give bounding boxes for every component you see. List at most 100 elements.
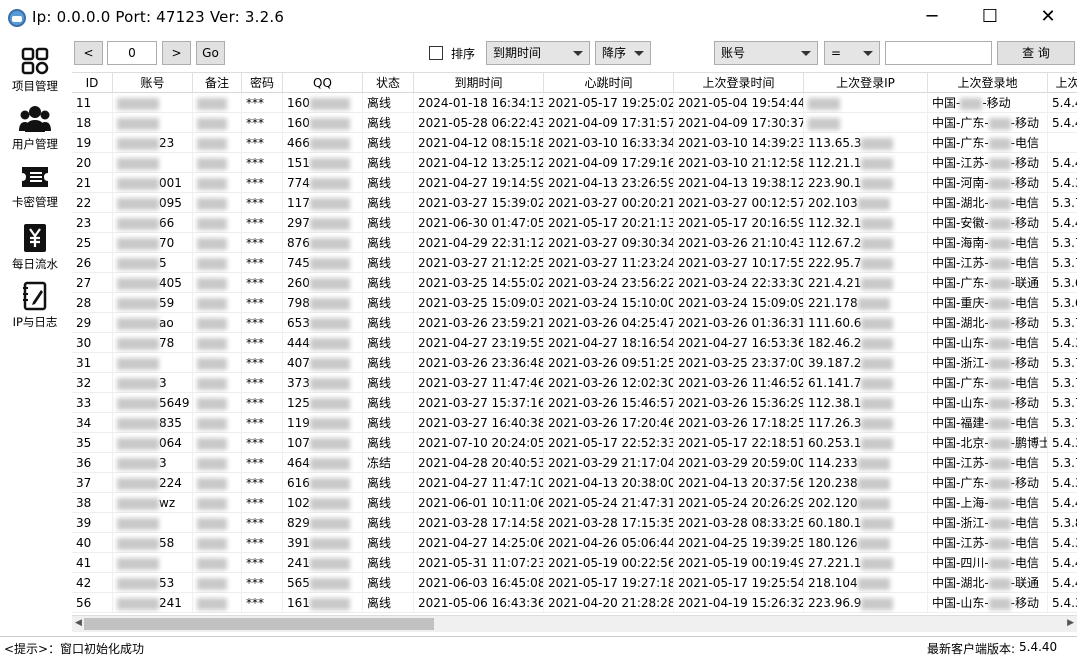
cell-expire: 2021-03-27 21:12:25: [414, 253, 544, 273]
table-row[interactable]: 11 *** 160 离线 2024-01-18 16:34:13 2021-05-17 …: [72, 93, 1077, 113]
table-row[interactable]: 37 224 *** 616 离线 2021-04-27 11:47:10 2021-04-…: [72, 473, 1077, 493]
filter-op-select[interactable]: =: [824, 41, 880, 65]
table-row[interactable]: 39 *** 829 离线 2021-03-28 17:14:58 2021-03-28 …: [72, 513, 1077, 533]
cell-expire: 2021-03-25 15:09:03: [414, 293, 544, 313]
column-header[interactable]: ID: [72, 73, 113, 93]
redacted-block: [197, 357, 227, 370]
scroll-right-icon[interactable]: ▶: [1067, 618, 1074, 628]
cell-last: 2021-04-25 19:39:25: [674, 533, 804, 553]
table-row[interactable]: 40 58 *** 391 离线 2021-04-27 14:25:06 2021-04-2…: [72, 533, 1077, 553]
column-header[interactable]: 上次: [1048, 73, 1077, 93]
cell-id: 39: [72, 513, 113, 533]
location-suffix: -移动: [1010, 596, 1040, 610]
query-button[interactable]: 查 询: [997, 41, 1075, 65]
table-row[interactable]: 25 70 *** 876 离线 2021-04-29 22:31:12 2021-03-2…: [72, 233, 1077, 253]
table-row[interactable]: 30 78 *** 444 离线 2021-04-27 23:19:55 2021-04-2…: [72, 333, 1077, 353]
cell-pwd: ***: [242, 493, 283, 513]
table-row[interactable]: 27 405 *** 260 离线 2021-03-25 14:55:02 2021-03-…: [72, 273, 1077, 293]
redacted-block: [861, 277, 894, 290]
table-row[interactable]: 23 66 *** 297 离线 2021-06-30 01:47:05 2021-05-1…: [72, 213, 1077, 233]
table-row[interactable]: 29 ao *** 653 离线 2021-03-26 23:59:21 2021-03-2…: [72, 313, 1077, 333]
cell-qq: 464: [283, 453, 363, 473]
horizontal-scrollbar[interactable]: ◀ ▶: [72, 615, 1077, 632]
scroll-left-icon[interactable]: ◀: [75, 618, 82, 628]
column-header[interactable]: 密码: [242, 73, 283, 93]
maximize-button[interactable]: ☐: [961, 0, 1019, 36]
cell-qq: 774: [283, 173, 363, 193]
sort-checkbox[interactable]: [429, 46, 443, 60]
close-button[interactable]: ✕: [1019, 0, 1077, 36]
column-header[interactable]: 备注: [193, 73, 242, 93]
table-row[interactable]: 41 *** 241 离线 2021-05-31 11:07:23 2021-05-19 …: [72, 553, 1077, 573]
table-row[interactable]: 18 *** 160 离线 2021-05-28 06:22:43 2021-04-09 …: [72, 113, 1077, 133]
table-row[interactable]: 36 3 *** 464 冻结 2021-04-28 20:40:53 2021-03-29…: [72, 453, 1077, 473]
cell-id: 36: [72, 453, 113, 473]
cell-status: 离线: [363, 133, 414, 153]
sidebar-label: 卡密管理: [12, 195, 58, 209]
table-row[interactable]: 26 5 *** 745 离线 2021-03-27 21:12:25 2021-03-27…: [72, 253, 1077, 273]
table-row[interactable]: 35 064 *** 107 离线 2021-07-10 20:24:05 2021-05-…: [72, 433, 1077, 453]
sidebar-item-users[interactable]: 用户管理: [0, 100, 70, 158]
column-header[interactable]: 上次登录IP: [804, 73, 928, 93]
location-prefix: 中国-江苏-: [932, 456, 989, 470]
go-button[interactable]: Go: [196, 41, 225, 65]
cell-ip: 112.67.2: [804, 233, 928, 253]
column-header[interactable]: 心跳时间: [544, 73, 674, 93]
table-row[interactable]: 22 095 *** 117 离线 2021-03-27 15:39:02 2021-03-…: [72, 193, 1077, 213]
sidebar-item-cards[interactable]: 卡密管理: [0, 158, 70, 216]
filter-field-select[interactable]: 账号: [714, 41, 818, 65]
location-prefix: 中国-广东-: [932, 476, 989, 490]
cell-note: [193, 293, 242, 313]
sidebar-item-daily-flow[interactable]: 每日流水: [0, 218, 70, 276]
table-row[interactable]: 38 wz *** 102 离线 2021-06-01 10:11:06 2021-05-2…: [72, 493, 1077, 513]
chevron-down-icon: [573, 51, 583, 56]
acct-text: 66: [159, 216, 175, 230]
cell-beat: 2021-05-19 00:22:56: [544, 553, 674, 573]
cell-note: [193, 253, 242, 273]
cell-note: [193, 213, 242, 233]
column-header[interactable]: QQ: [283, 73, 363, 93]
page-input[interactable]: 0: [107, 41, 157, 65]
table-row[interactable]: 42 53 *** 565 离线 2021-06-03 16:45:08 2021-05-1…: [72, 573, 1077, 593]
column-header[interactable]: 状态: [363, 73, 414, 93]
table-row[interactable]: 33 5649 *** 125 离线 2021-03-27 15:37:16 2021-03…: [72, 393, 1077, 413]
table-row[interactable]: 28 59 *** 798 离线 2021-03-25 15:09:03 2021-03-2…: [72, 293, 1077, 313]
table-row[interactable]: 32 3 *** 373 离线 2021-03-27 11:47:46 2021-03-26…: [72, 373, 1077, 393]
location-suffix: -电信: [1010, 196, 1040, 210]
acct-text: 5649: [159, 396, 190, 410]
minimize-button[interactable]: ─: [903, 0, 961, 36]
next-page-button[interactable]: >: [162, 41, 191, 65]
cell-last: 2021-05-19 00:19:49: [674, 553, 804, 573]
scroll-thumb[interactable]: [84, 618, 434, 630]
table-row[interactable]: 31 *** 407 离线 2021-03-26 23:36:48 2021-03-26 …: [72, 353, 1077, 373]
redacted-block: [988, 577, 1011, 590]
redacted-block: [309, 517, 350, 530]
sort-field-select[interactable]: 到期时间: [486, 41, 590, 65]
cell-ver: 5.4.4: [1048, 93, 1077, 113]
sidebar-item-ip-logs[interactable]: IP与日志: [0, 276, 70, 334]
table-row[interactable]: 21 001 *** 774 离线 2021-04-27 19:14:59 2021-04-…: [72, 173, 1077, 193]
location-prefix: 中国-福建-: [932, 416, 989, 430]
ip-text: 114.233: [808, 456, 858, 470]
column-header[interactable]: 上次登录时间: [674, 73, 804, 93]
cell-beat: 2021-04-26 05:06:44: [544, 533, 674, 553]
table-row[interactable]: 20 *** 151 离线 2021-04-12 13:25:12 2021-04-09 …: [72, 153, 1077, 173]
table-row[interactable]: 19 23 *** 466 离线 2021-04-12 08:15:18 2021-03-1…: [72, 133, 1077, 153]
cell-ver: 5.4.3: [1048, 173, 1077, 193]
prev-page-button[interactable]: <: [74, 41, 103, 65]
filter-value-input[interactable]: [885, 41, 992, 65]
sidebar-item-projects[interactable]: 项目管理: [0, 42, 70, 100]
cell-acct: 3: [113, 373, 193, 393]
column-header[interactable]: 账号: [113, 73, 193, 93]
cell-acct: 66: [113, 213, 193, 233]
location-suffix: -移动: [1010, 176, 1040, 190]
table-row[interactable]: 56 241 *** 161 离线 2021-05-06 16:43:36 2021-04-…: [72, 593, 1077, 613]
redacted-block: [988, 517, 1011, 530]
column-header[interactable]: 到期时间: [414, 73, 544, 93]
cell-ip: 113.65.3: [804, 133, 928, 153]
table-row[interactable]: 34 835 *** 119 离线 2021-03-27 16:40:38 2021-03-…: [72, 413, 1077, 433]
sort-order-select[interactable]: 降序: [595, 41, 651, 65]
redacted-block: [117, 317, 159, 330]
cell-status: 离线: [363, 593, 414, 613]
column-header[interactable]: 上次登录地: [928, 73, 1048, 93]
